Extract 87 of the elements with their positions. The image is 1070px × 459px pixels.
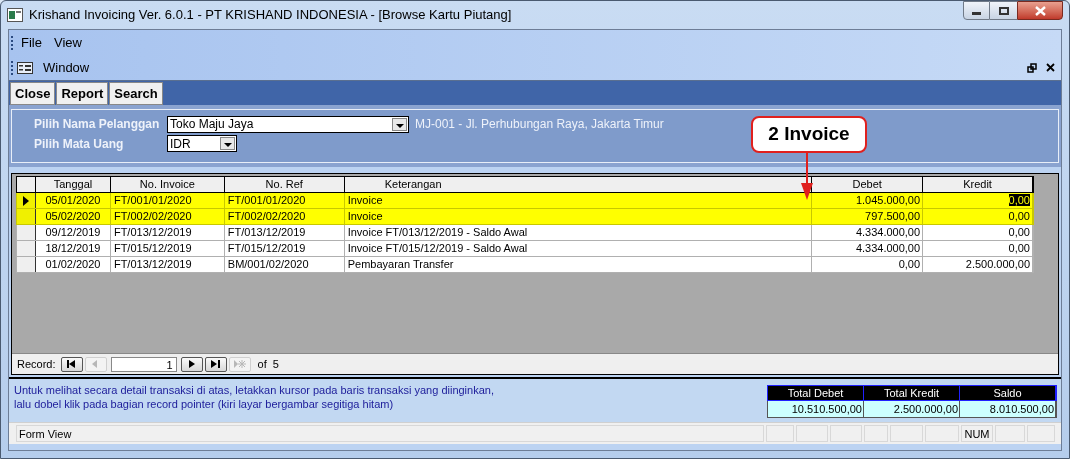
column-header[interactable]: Kredit (963, 178, 992, 190)
table-cell: 0,00 (923, 241, 1033, 256)
menu-item[interactable]: File (17, 32, 46, 53)
window-title: Krishand Invoicing Ver. 6.0.1 - PT KRISHAND INDONESIA - [Browse Kartu Piutang] (29, 6, 512, 25)
table-row[interactable]: 05/01/2020 FT/001/01/2020 FT/001/01/2020 Invoice 1.045.000,00 0,00 (16, 193, 1034, 209)
customer-dropdown[interactable]: Toko Maju Jaya (167, 115, 409, 133)
table-cell: 09/12/2019 (36, 225, 111, 240)
table-cell: FT/015/12/2019 (224, 241, 345, 256)
table-cell: 0,00 (923, 209, 1033, 224)
record-selector[interactable] (17, 257, 36, 272)
status-text: Form View (16, 425, 764, 442)
close-button[interactable] (1017, 1, 1063, 20)
record-selector[interactable] (17, 241, 36, 256)
new-arrow-icon (232, 358, 247, 370)
table-cell: 01/02/2020 (36, 257, 111, 272)
table-cell: FT/013/12/2019 (224, 225, 345, 240)
customer-address: MJ-001 - Jl. Perhubungan Raya, Jakarta Timur (415, 116, 664, 133)
callout: 2 Invoice (751, 116, 867, 153)
totals-value: 2.500.000,00 (864, 401, 960, 417)
totals-value: 8.010.500,00 (960, 401, 1056, 417)
table-cell: Invoice FT/015/12/2019 - Saldo Awal (344, 241, 813, 256)
record-label: Record: (17, 356, 56, 372)
table-cell: FT/002/02/2020 (110, 209, 225, 224)
last-record-button[interactable] (204, 356, 227, 372)
totals-header: Saldo (960, 386, 1056, 400)
toolbar-button[interactable]: Report (56, 82, 109, 105)
table-cell: 05/02/2020 (36, 209, 111, 224)
table-cell: FT/013/12/2019 (110, 225, 225, 240)
field-label: Pilih Nama Pelanggan (34, 116, 161, 133)
table-cell: 1.045.000,00 (812, 193, 924, 208)
table-cell: FT/015/12/2019 (110, 241, 225, 256)
table-cell: Invoice FT/013/12/2019 - Saldo Awal (344, 225, 813, 240)
toolbar-button[interactable]: Search (109, 82, 163, 105)
field-label: Pilih Mata Uang (34, 135, 125, 153)
record-selector[interactable] (17, 225, 36, 240)
column-header[interactable]: Tanggal (53, 178, 93, 190)
table-cell: 0,00 (812, 257, 924, 272)
menu-item[interactable]: View (49, 32, 86, 53)
record-of-label: of (257, 356, 267, 372)
minimize-button[interactable] (963, 1, 990, 20)
callout-arrow (800, 153, 814, 200)
table-cell: FT/001/01/2020 (224, 193, 345, 208)
table-cell: 0,00 (923, 225, 1033, 240)
column-header[interactable]: No. Ref (265, 178, 303, 190)
table-row[interactable]: 05/02/2020 FT/002/02/2020 FT/002/02/2020 Invoice 797.500,00 0,00 (16, 209, 1034, 225)
totals-header: Total Debet (768, 386, 864, 400)
table-cell: 18/12/2019 (36, 241, 111, 256)
caret-icon (220, 137, 235, 150)
next-record-button[interactable] (180, 356, 203, 372)
last-arrow-icon (208, 358, 223, 370)
table-cell: 05/01/2020 (36, 193, 111, 208)
table-cell: Pembayaran Transfer (344, 257, 813, 272)
table-cell: 2.500.000,00 (923, 257, 1033, 272)
record-selector[interactable] (17, 209, 36, 224)
restore-icon[interactable] (1027, 62, 1037, 73)
totals-header: Total Kredit (864, 386, 960, 400)
close-icon[interactable] (1046, 63, 1055, 72)
record-count: 5 (272, 356, 279, 372)
window-list-icon[interactable] (17, 61, 33, 74)
table-cell: 4.334.000,00 (812, 225, 924, 240)
table-cell: BM/001/02/2020 (224, 257, 345, 272)
close-icon (1034, 5, 1046, 16)
table-row[interactable]: 09/12/2019 FT/013/12/2019 FT/013/12/2019 Invoice FT/013/12/2019 - Saldo Awal 4.334.000,00 0,00 (16, 225, 1034, 241)
table-cell: FT/002/02/2020 (224, 209, 345, 224)
caret-icon (392, 117, 407, 131)
table-cell: FT/001/01/2020 (110, 193, 225, 208)
table-cell: Invoice (344, 209, 813, 224)
table-cell: 4.334.000,00 (812, 241, 924, 256)
instruction-text: Untuk melihat secara detail transaksi di atas, letakkan kursor pada baris transaksi yang diinginkan, lalu dobel klik pada bagian record pointer (kiri layar bergambar segitiga hitam) (14, 383, 495, 411)
currency-dropdown[interactable]: IDR (167, 135, 237, 152)
first-record-button[interactable] (60, 356, 83, 372)
menu-item[interactable]: Window (39, 57, 94, 78)
app-icon (7, 8, 23, 22)
toolbar-button[interactable]: Close (10, 82, 56, 105)
record-number-field[interactable]: 1 (110, 356, 177, 372)
column-header[interactable]: Keterangan (384, 178, 442, 190)
table-cell: FT/013/12/2019 (110, 257, 225, 272)
status-indicator: NUM (961, 425, 993, 442)
table-cell: 797.500,00 (812, 209, 924, 224)
table-row[interactable]: 18/12/2019 FT/015/12/2019 FT/015/12/2019 Invoice FT/015/12/2019 - Saldo Awal 4.334.000,00 0,00 (16, 241, 1034, 257)
record-selector[interactable] (17, 193, 36, 208)
maximize-button[interactable] (990, 1, 1017, 20)
column-header[interactable]: No. Invoice (139, 178, 195, 190)
table-row[interactable]: 01/02/2020 FT/013/12/2019 BM/001/02/2020 Pembayaran Transfer 0,00 2.500.000,00 (16, 257, 1034, 273)
column-header[interactable]: Debet (852, 178, 882, 190)
totals-value: 10.510.500,00 (768, 401, 864, 417)
table-cell: 0,00 (923, 193, 1033, 208)
